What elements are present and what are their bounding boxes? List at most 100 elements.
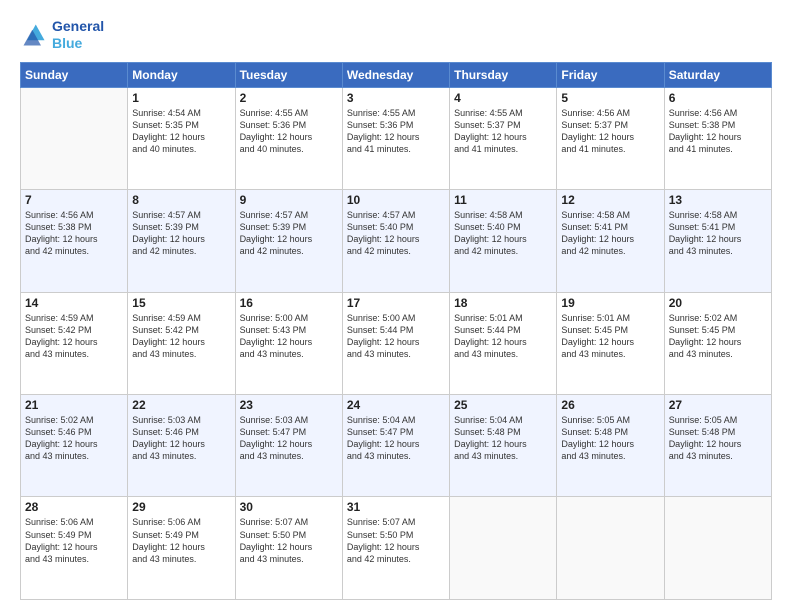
calendar-day-header: Wednesday: [342, 62, 449, 87]
cell-date-number: 9: [240, 193, 338, 207]
cell-info-text: Sunrise: 5:03 AMSunset: 5:47 PMDaylight:…: [240, 414, 338, 463]
cell-date-number: 19: [561, 296, 659, 310]
header: General Blue: [20, 18, 772, 52]
cell-info-text: Sunrise: 4:55 AMSunset: 5:36 PMDaylight:…: [347, 107, 445, 156]
cell-info-text: Sunrise: 5:02 AMSunset: 5:45 PMDaylight:…: [669, 312, 767, 361]
cell-info-text: Sunrise: 5:04 AMSunset: 5:47 PMDaylight:…: [347, 414, 445, 463]
cell-info-text: Sunrise: 5:05 AMSunset: 5:48 PMDaylight:…: [669, 414, 767, 463]
cell-date-number: 14: [25, 296, 123, 310]
calendar-cell: 13 Sunrise: 4:58 AMSunset: 5:41 PMDayligh…: [664, 190, 771, 292]
calendar-cell: 7 Sunrise: 4:56 AMSunset: 5:38 PMDaylight…: [21, 190, 128, 292]
calendar-cell: 8 Sunrise: 4:57 AMSunset: 5:39 PMDaylight…: [128, 190, 235, 292]
cell-date-number: 31: [347, 500, 445, 514]
calendar-cell: 9 Sunrise: 4:57 AMSunset: 5:39 PMDaylight…: [235, 190, 342, 292]
calendar-cell: 14 Sunrise: 4:59 AMSunset: 5:42 PMDayligh…: [21, 292, 128, 394]
calendar-cell: 21 Sunrise: 5:02 AMSunset: 5:46 PMDayligh…: [21, 395, 128, 497]
calendar-cell: 3 Sunrise: 4:55 AMSunset: 5:36 PMDaylight…: [342, 87, 449, 189]
cell-info-text: Sunrise: 4:57 AMSunset: 5:39 PMDaylight:…: [132, 209, 230, 258]
cell-date-number: 26: [561, 398, 659, 412]
calendar-cell: 1Sunrise: 4:54 AMSunset: 5:35 PMDaylight…: [128, 87, 235, 189]
calendar-cell: 23 Sunrise: 5:03 AMSunset: 5:47 PMDayligh…: [235, 395, 342, 497]
calendar-day-header: Sunday: [21, 62, 128, 87]
calendar-cell: [21, 87, 128, 189]
cell-info-text: Sunrise: 4:57 AMSunset: 5:39 PMDaylight:…: [240, 209, 338, 258]
cell-date-number: 20: [669, 296, 767, 310]
cell-date-number: 11: [454, 193, 552, 207]
cell-date-number: 27: [669, 398, 767, 412]
cell-date-number: 24: [347, 398, 445, 412]
cell-info-text: Sunrise: 4:58 AMSunset: 5:41 PMDaylight:…: [669, 209, 767, 258]
calendar-header-row: SundayMondayTuesdayWednesdayThursdayFrid…: [21, 62, 772, 87]
cell-date-number: 1: [132, 91, 230, 105]
cell-info-text: Sunrise: 5:06 AMSunset: 5:49 PMDaylight:…: [25, 516, 123, 565]
calendar-cell: 20 Sunrise: 5:02 AMSunset: 5:45 PMDayligh…: [664, 292, 771, 394]
calendar-cell: 19 Sunrise: 5:01 AMSunset: 5:45 PMDayligh…: [557, 292, 664, 394]
cell-info-text: Sunrise: 4:55 AMSunset: 5:37 PMDaylight:…: [454, 107, 552, 156]
cell-info-text: Sunrise: 5:00 AMSunset: 5:44 PMDaylight:…: [347, 312, 445, 361]
cell-date-number: 18: [454, 296, 552, 310]
calendar-body: 1Sunrise: 4:54 AMSunset: 5:35 PMDaylight…: [21, 87, 772, 599]
calendar-cell: 5 Sunrise: 4:56 AMSunset: 5:37 PMDaylight…: [557, 87, 664, 189]
cell-date-number: 3: [347, 91, 445, 105]
calendar-day-header: Tuesday: [235, 62, 342, 87]
cell-date-number: 15: [132, 296, 230, 310]
cell-info-text: Sunrise: 4:58 AMSunset: 5:41 PMDaylight:…: [561, 209, 659, 258]
cell-info-text: Sunrise: 5:01 AMSunset: 5:45 PMDaylight:…: [561, 312, 659, 361]
calendar-day-header: Monday: [128, 62, 235, 87]
cell-date-number: 5: [561, 91, 659, 105]
calendar-cell: 27 Sunrise: 5:05 AMSunset: 5:48 PMDayligh…: [664, 395, 771, 497]
calendar-cell: 11 Sunrise: 4:58 AMSunset: 5:40 PMDayligh…: [450, 190, 557, 292]
cell-date-number: 10: [347, 193, 445, 207]
calendar-cell: 16 Sunrise: 5:00 AMSunset: 5:43 PMDayligh…: [235, 292, 342, 394]
calendar-day-header: Friday: [557, 62, 664, 87]
cell-date-number: 30: [240, 500, 338, 514]
calendar-day-header: Thursday: [450, 62, 557, 87]
cell-date-number: 12: [561, 193, 659, 207]
calendar-cell: 25Sunrise: 5:04 AMSunset: 5:48 PMDayligh…: [450, 395, 557, 497]
calendar-cell: [450, 497, 557, 600]
cell-info-text: Sunrise: 4:56 AMSunset: 5:38 PMDaylight:…: [25, 209, 123, 258]
calendar-cell: 26 Sunrise: 5:05 AMSunset: 5:48 PMDayligh…: [557, 395, 664, 497]
calendar-week-row: 1Sunrise: 4:54 AMSunset: 5:35 PMDaylight…: [21, 87, 772, 189]
calendar-cell: 24 Sunrise: 5:04 AMSunset: 5:47 PMDayligh…: [342, 395, 449, 497]
cell-info-text: Sunrise: 4:58 AMSunset: 5:40 PMDaylight:…: [454, 209, 552, 258]
calendar-cell: 6 Sunrise: 4:56 AMSunset: 5:38 PMDaylight…: [664, 87, 771, 189]
cell-info-text: Sunrise: 5:03 AMSunset: 5:46 PMDaylight:…: [132, 414, 230, 463]
page: General Blue SundayMondayTuesdayWednesda…: [0, 0, 792, 612]
calendar-cell: 31Sunrise: 5:07 AMSunset: 5:50 PMDayligh…: [342, 497, 449, 600]
cell-date-number: 7: [25, 193, 123, 207]
cell-info-text: Sunrise: 5:06 AMSunset: 5:49 PMDaylight:…: [132, 516, 230, 565]
cell-info-text: Sunrise: 4:59 AMSunset: 5:42 PMDaylight:…: [132, 312, 230, 361]
calendar-cell: 28Sunrise: 5:06 AMSunset: 5:49 PMDayligh…: [21, 497, 128, 600]
cell-date-number: 2: [240, 91, 338, 105]
cell-info-text: Sunrise: 5:04 AMSunset: 5:48 PMDaylight:…: [454, 414, 552, 463]
calendar-week-row: 14 Sunrise: 4:59 AMSunset: 5:42 PMDayligh…: [21, 292, 772, 394]
cell-info-text: Sunrise: 5:01 AMSunset: 5:44 PMDaylight:…: [454, 312, 552, 361]
cell-date-number: 8: [132, 193, 230, 207]
cell-info-text: Sunrise: 5:00 AMSunset: 5:43 PMDaylight:…: [240, 312, 338, 361]
cell-info-text: Sunrise: 5:02 AMSunset: 5:46 PMDaylight:…: [25, 414, 123, 463]
calendar-cell: 15 Sunrise: 4:59 AMSunset: 5:42 PMDayligh…: [128, 292, 235, 394]
calendar-cell: 10 Sunrise: 4:57 AMSunset: 5:40 PMDayligh…: [342, 190, 449, 292]
cell-info-text: Sunrise: 4:56 AMSunset: 5:37 PMDaylight:…: [561, 107, 659, 156]
cell-info-text: Sunrise: 4:56 AMSunset: 5:38 PMDaylight:…: [669, 107, 767, 156]
cell-info-text: Sunrise: 4:57 AMSunset: 5:40 PMDaylight:…: [347, 209, 445, 258]
cell-info-text: Sunrise: 4:59 AMSunset: 5:42 PMDaylight:…: [25, 312, 123, 361]
calendar-week-row: 28Sunrise: 5:06 AMSunset: 5:49 PMDayligh…: [21, 497, 772, 600]
cell-date-number: 16: [240, 296, 338, 310]
calendar-day-header: Saturday: [664, 62, 771, 87]
logo: General Blue: [20, 18, 104, 52]
calendar-cell: 12 Sunrise: 4:58 AMSunset: 5:41 PMDayligh…: [557, 190, 664, 292]
calendar-cell: 29Sunrise: 5:06 AMSunset: 5:49 PMDayligh…: [128, 497, 235, 600]
cell-date-number: 13: [669, 193, 767, 207]
cell-date-number: 4: [454, 91, 552, 105]
cell-info-text: Sunrise: 5:05 AMSunset: 5:48 PMDaylight:…: [561, 414, 659, 463]
calendar-cell: 22Sunrise: 5:03 AMSunset: 5:46 PMDayligh…: [128, 395, 235, 497]
cell-date-number: 6: [669, 91, 767, 105]
calendar-week-row: 21 Sunrise: 5:02 AMSunset: 5:46 PMDayligh…: [21, 395, 772, 497]
calendar-cell: [664, 497, 771, 600]
calendar-cell: 18 Sunrise: 5:01 AMSunset: 5:44 PMDayligh…: [450, 292, 557, 394]
cell-date-number: 23: [240, 398, 338, 412]
logo-text: General Blue: [52, 18, 104, 52]
cell-date-number: 21: [25, 398, 123, 412]
